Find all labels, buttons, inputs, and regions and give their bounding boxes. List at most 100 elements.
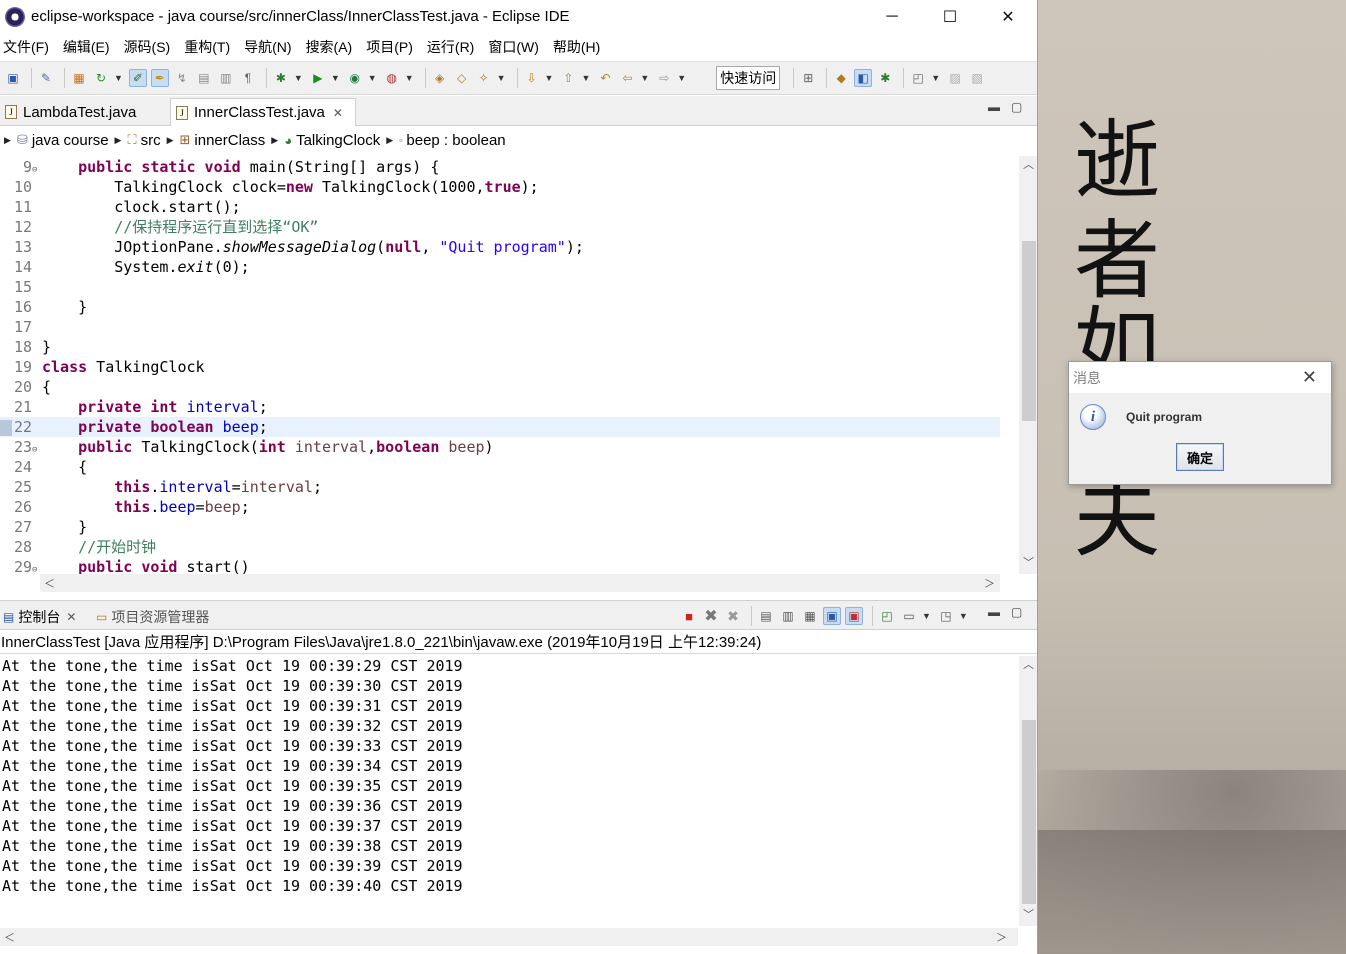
chevron-down-icon[interactable]: ▼ <box>581 73 590 83</box>
java-perspective-icon[interactable]: ◧ <box>854 69 873 87</box>
word-wrap-icon[interactable]: ▦ <box>801 607 819 625</box>
close-tab-icon[interactable]: ✕ <box>66 610 76 624</box>
editor-scroll-thumb[interactable] <box>1022 241 1036 421</box>
search-tool-icon[interactable]: ✧ <box>475 69 493 87</box>
code-line[interactable]: 17 <box>0 317 1000 337</box>
maximize-button[interactable]: ☐ <box>921 0 979 33</box>
code-editor[interactable]: 9 ⊖ public static void main(String[] args… <box>0 156 1037 574</box>
terminate-icon[interactable]: ■ <box>680 607 698 625</box>
maximize-view-icon[interactable]: ▢ <box>1011 100 1022 114</box>
menu-window[interactable]: 窗口(W) <box>488 37 539 57</box>
console-horizontal-scrollbar[interactable]: ＜ ＞ <box>0 928 1018 946</box>
code-line[interactable]: 9⊖ public static void main(String[] args… <box>0 157 1000 177</box>
scroll-lock-icon[interactable]: ▥ <box>779 607 797 625</box>
pin-icon[interactable]: ↯ <box>173 69 191 87</box>
scroll-up-icon[interactable]: ︿ <box>1023 656 1034 672</box>
back-icon[interactable]: ⇦ <box>618 69 636 87</box>
chevron-down-icon[interactable]: ▼ <box>922 611 931 621</box>
new-icon[interactable]: ▣ <box>4 69 22 87</box>
console-scroll-thumb[interactable] <box>1022 720 1036 904</box>
menu-source[interactable]: 源码(S) <box>124 37 171 57</box>
code-line[interactable]: 24 { <box>0 457 1000 477</box>
close-window-button[interactable]: ✕ <box>979 0 1037 33</box>
scroll-left-icon[interactable]: ＜ <box>4 929 15 945</box>
menu-edit[interactable]: 编辑(E) <box>63 37 110 57</box>
coverage-icon[interactable]: ◉ <box>346 69 364 87</box>
quick-access-field[interactable]: 快速访问 <box>716 66 781 90</box>
refresh-icon[interactable]: ↻ <box>92 69 110 87</box>
code-line[interactable]: 18} <box>0 337 1000 357</box>
menu-refactor[interactable]: 重构(T) <box>184 37 230 57</box>
clear-console-icon[interactable]: ▤ <box>757 607 775 625</box>
new-package-icon[interactable]: ◈ <box>431 69 449 87</box>
code-line[interactable]: 29⊖ public void start() <box>0 557 1000 574</box>
breadcrumb-src[interactable]: src <box>141 132 161 149</box>
chevron-down-icon[interactable]: ▼ <box>294 73 303 83</box>
pilcrow-icon[interactable]: ¶ <box>239 69 257 87</box>
external-tools-icon[interactable]: ◍ <box>383 69 401 87</box>
skip-breakpoints-icon[interactable]: ✎ <box>37 69 55 87</box>
chevron-down-icon[interactable]: ▼ <box>368 73 377 83</box>
chevron-down-icon[interactable]: ▼ <box>545 73 554 83</box>
code-line[interactable]: 22 private boolean beep; <box>0 417 1000 437</box>
minimize-view-icon[interactable]: ▬ <box>988 605 1000 619</box>
code-line[interactable]: 23⊖ public TalkingClock(int interval,boo… <box>0 437 1000 457</box>
fold-toggle-icon[interactable]: ⊖ <box>32 560 42 574</box>
save-icon[interactable]: ▨ <box>946 69 964 87</box>
run-icon[interactable]: ▶ <box>309 69 327 87</box>
code-line[interactable]: 12 //保持程序运行直到选择“OK” <box>0 217 1000 237</box>
open-console-icon[interactable]: ◳ <box>937 607 955 625</box>
code-line[interactable]: 11 clock.start(); <box>0 197 1000 217</box>
menu-help[interactable]: 帮助(H) <box>553 37 600 57</box>
remove-launch-icon[interactable]: ✖ <box>702 607 720 625</box>
show-on-stdout-icon[interactable]: ▣ <box>823 607 841 625</box>
chevron-down-icon[interactable]: ▼ <box>931 73 940 83</box>
code-line[interactable]: 16 } <box>0 297 1000 317</box>
highlight-icon[interactable]: ✒ <box>150 69 169 87</box>
tab-innerclasstest[interactable]: J InnerClassTest.java ✕ <box>170 98 356 126</box>
breadcrumb-class[interactable]: TalkingClock <box>296 132 380 149</box>
code-line[interactable]: 14 System.exit(0); <box>0 257 1000 277</box>
save-all-icon[interactable]: ▧ <box>968 69 986 87</box>
annotation-icon[interactable]: ▤ <box>195 69 213 87</box>
console-vertical-scrollbar[interactable]: ︿ ﹀ <box>1019 656 1037 926</box>
code-line[interactable]: 20 { <box>0 377 1000 397</box>
code-line[interactable]: 28 //开始时钟 <box>0 537 1000 557</box>
minimize-view-icon[interactable]: ▬ <box>988 100 1000 114</box>
display-console-icon[interactable]: ▭ <box>900 607 918 625</box>
breadcrumb-project[interactable]: java course <box>32 132 109 149</box>
menu-project[interactable]: 项目(P) <box>366 37 413 57</box>
code-line[interactable]: 10 TalkingClock clock=new TalkingClock(1… <box>0 177 1000 197</box>
console-output[interactable]: At the tone,the time isSat Oct 19 00:39:… <box>0 656 1037 946</box>
debug-icon[interactable]: ✱ <box>272 69 290 87</box>
menu-file[interactable]: 文件(F) <box>3 37 49 57</box>
debug-perspective-icon[interactable]: ✱ <box>876 69 894 87</box>
java-ee-perspective-icon[interactable]: ◆ <box>832 69 850 87</box>
close-tab-icon[interactable]: ✕ <box>333 106 343 120</box>
next-annotation-icon[interactable]: ⇩ <box>523 69 541 87</box>
breadcrumb-field[interactable]: beep : boolean <box>406 132 505 149</box>
new-window-icon[interactable]: ◰ <box>909 69 927 87</box>
remove-all-icon[interactable]: ✖ <box>724 607 742 625</box>
code-line[interactable]: 27 } <box>0 517 1000 537</box>
maximize-view-icon[interactable]: ▢ <box>1011 605 1022 619</box>
scroll-left-icon[interactable]: ＜ <box>44 575 55 591</box>
open-perspective-icon[interactable]: ⊞ <box>799 69 817 87</box>
editor-horizontal-scrollbar[interactable]: ＜ ＞ <box>40 574 1000 592</box>
open-type-icon[interactable]: ◇ <box>453 69 471 87</box>
last-edit-icon[interactable]: ↶ <box>596 69 614 87</box>
menu-search[interactable]: 搜索(A) <box>306 37 353 57</box>
chevron-down-icon[interactable]: ▼ <box>114 73 123 83</box>
scroll-down-icon[interactable]: ﹀ <box>1023 554 1034 570</box>
breadcrumb-package[interactable]: innerClass <box>194 132 265 149</box>
code-line[interactable]: 21 private int interval; <box>0 397 1000 417</box>
prev-annotation-icon[interactable]: ⇧ <box>559 69 577 87</box>
scroll-up-icon[interactable]: ︿ <box>1023 156 1034 172</box>
ok-button[interactable]: 确定 <box>1176 443 1224 471</box>
chevron-down-icon[interactable]: ▼ <box>959 611 968 621</box>
forward-icon[interactable]: ⇨ <box>655 69 673 87</box>
code-line[interactable]: 13 JOptionPane.showMessageDialog(null, "… <box>0 237 1000 257</box>
dialog-close-icon[interactable]: ✕ <box>1302 367 1317 388</box>
show-on-stderr-icon[interactable]: ▣ <box>845 607 863 625</box>
build-icon[interactable]: ▦ <box>70 69 88 87</box>
